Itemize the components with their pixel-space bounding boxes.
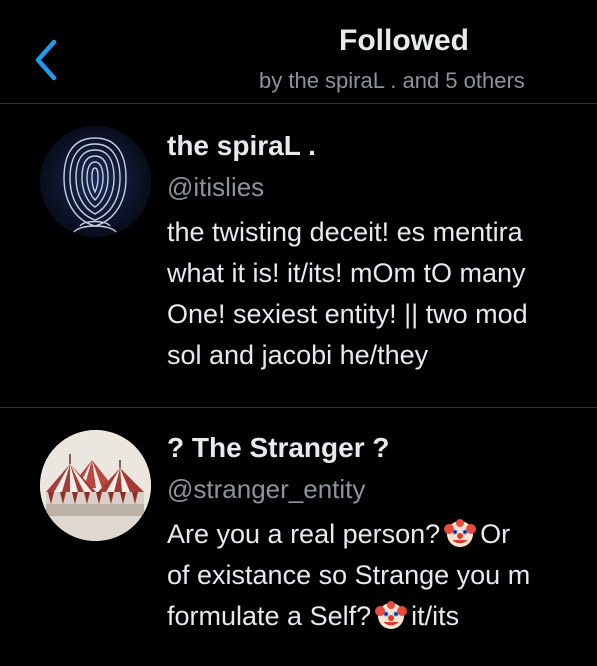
clown-face-icon xyxy=(375,601,408,629)
bio-line: sol and jacobi he/they xyxy=(167,340,429,370)
user-handle: @itislies xyxy=(167,172,265,202)
bio-text: Or xyxy=(480,519,511,549)
bio-text: Are you a real person? xyxy=(167,519,441,549)
bio-line: what it is! it/its! mOm tO many xyxy=(167,258,526,288)
display-name: ? The Stranger ? xyxy=(167,432,390,463)
clown-face-icon xyxy=(444,519,477,547)
avatar[interactable] xyxy=(40,430,151,541)
bio-line: the twisting deceit! es mentira xyxy=(167,217,523,247)
user-row[interactable]: the spiraL . @itislies the twisting dece… xyxy=(0,104,597,408)
bio-line: One! sexiest entity! || two mod xyxy=(167,299,528,329)
user-handle: @stranger_entity xyxy=(167,474,366,504)
bio-line: formulate a Self? it/its xyxy=(167,596,530,637)
user-bio: the twisting deceit! es mentira what it … xyxy=(167,212,528,376)
page-title: Followed xyxy=(0,24,597,58)
user-bio: Are you a real person? Or of existance s… xyxy=(167,514,530,637)
avatar[interactable] xyxy=(40,126,151,237)
display-name: the spiraL . xyxy=(167,130,316,161)
spiral-face-avatar-icon xyxy=(40,126,151,237)
page-title-text: Followed xyxy=(339,24,469,57)
user-row[interactable]: ? The Stranger ? @stranger_entity Are yo… xyxy=(0,408,597,666)
bio-line: of existance so Strange you m xyxy=(167,560,531,590)
page-subtitle: by the spiraL . and 5 others xyxy=(259,68,525,93)
circus-tent-avatar-icon xyxy=(40,430,151,541)
bio-text: it/its xyxy=(411,601,460,631)
bio-line: Are you a real person? Or xyxy=(167,514,530,555)
bio-text: formulate a Self? xyxy=(167,601,372,631)
nav-header: Followed by the spiraL . and 5 others xyxy=(0,0,597,104)
